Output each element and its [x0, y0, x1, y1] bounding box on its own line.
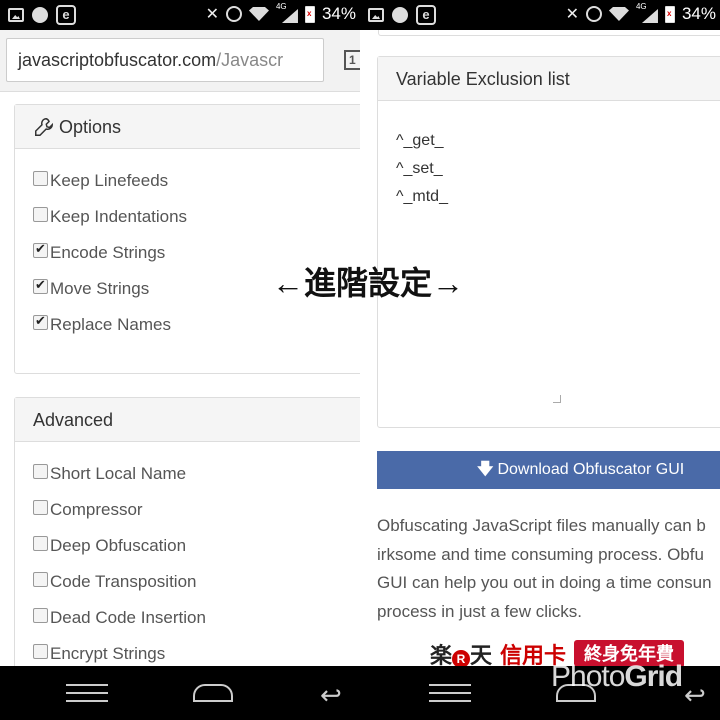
checkbox-label: Compressor — [50, 500, 143, 519]
options-title: Options — [59, 116, 122, 137]
checkbox-label: Encrypt Strings — [50, 644, 166, 663]
checkbox-box[interactable] — [33, 607, 48, 623]
checkbox-label: Move Strings — [50, 279, 150, 298]
checkbox-box[interactable] — [33, 535, 48, 551]
exclusion-title: Variable Exclusion list — [396, 68, 570, 89]
url-field[interactable]: javascriptobfuscator.com/Javascr — [6, 38, 324, 82]
battery-percent: 34% — [321, 4, 356, 23]
description-line: irksome and time consuming process. Obfu — [377, 544, 704, 564]
checkbox-box[interactable] — [33, 170, 48, 186]
exclusion-line: ^_set_ — [396, 160, 443, 177]
status-bar: e ✕ 4G 34% — [0, 0, 360, 30]
menu-icon[interactable] — [66, 684, 108, 702]
download-obfuscator-button[interactable]: 🡇 Download Obfuscator GUI — [377, 451, 720, 489]
url-path: /Javascr — [216, 50, 284, 70]
app-notification-icon: e — [416, 5, 436, 25]
description-line: Obfuscating JavaScript files manually ca… — [377, 516, 706, 535]
wifi-icon — [608, 7, 629, 21]
exclusion-textarea[interactable]: ^_get_ ^_set_ ^_mtd_ — [396, 127, 448, 211]
checkbox-box[interactable] — [33, 571, 48, 587]
checkbox-box[interactable] — [33, 643, 48, 659]
left-screen: e ✕ 4G 34% javascriptobfuscator.com/Java… — [0, 0, 360, 666]
wrench-icon — [35, 117, 53, 136]
signal-icon: 4G — [636, 2, 658, 23]
description-line: GUI can help you out in doing a time con… — [377, 573, 712, 592]
exclusion-line: ^_get_ — [396, 132, 444, 149]
move-strings-checkbox[interactable]: Move Strings — [33, 277, 150, 299]
checkbox-label: Dead Code Insertion — [50, 608, 206, 627]
battery-icon — [304, 5, 315, 23]
circle-notification-icon — [32, 7, 48, 23]
home-icon[interactable] — [193, 684, 233, 702]
alarm-icon — [225, 6, 242, 22]
checkbox-label: Keep Indentations — [50, 207, 188, 226]
short-local-name-checkbox[interactable]: Short Local Name — [33, 463, 187, 484]
mute-icon: ✕ — [565, 6, 579, 23]
checkbox-label: Deep Obfuscation — [50, 536, 187, 555]
photogrid-watermark: PhotoGrid — [551, 660, 683, 693]
checkbox-label: Short Local Name — [50, 464, 187, 483]
exclusion-panel-header: Variable Exclusion list — [378, 57, 720, 101]
checkbox-label: Keep Linefeeds — [50, 171, 169, 190]
circle-notification-icon — [392, 7, 408, 23]
checkbox-box[interactable] — [33, 277, 48, 294]
options-panel-header: Options — [15, 105, 360, 149]
checkbox-box[interactable] — [33, 241, 48, 258]
description-line: process in just a few clicks. — [377, 601, 583, 621]
overlay-label: ←進階設定→ — [271, 265, 464, 301]
checkbox-label: Code Transposition — [50, 572, 197, 591]
advanced-panel-header: Advanced — [15, 398, 360, 442]
checkbox-box[interactable] — [33, 206, 48, 222]
encode-strings-checkbox[interactable]: Encode Strings — [33, 241, 166, 263]
description-text: Obfuscating JavaScript files manually ca… — [377, 512, 720, 626]
encrypt-strings-checkbox[interactable]: Encrypt Strings — [33, 643, 166, 664]
battery-icon — [664, 5, 675, 23]
exclusion-line: ^_mtd_ — [396, 188, 448, 205]
checkbox-label: Encode Strings — [50, 243, 166, 262]
gallery-notification-icon — [8, 8, 24, 22]
browser-toolbar: javascriptobfuscator.com/Javascr 1 — [0, 30, 360, 92]
advanced-title: Advanced — [33, 409, 114, 430]
keep-linefeeds-checkbox[interactable]: Keep Linefeeds — [33, 170, 169, 191]
back-icon[interactable]: ↩ — [684, 680, 706, 711]
options-panel: Options Keep Linefeeds Keep Indentations… — [14, 104, 360, 374]
url-host: javascriptobfuscator.com — [18, 50, 217, 70]
gallery-notification-icon — [368, 8, 384, 22]
deep-obfuscation-checkbox[interactable]: Deep Obfuscation — [33, 535, 187, 556]
code-transposition-checkbox[interactable]: Code Transposition — [33, 571, 197, 592]
download-arrow-icon: 🡇 — [477, 461, 494, 478]
checkbox-box[interactable] — [33, 313, 48, 330]
menu-icon[interactable] — [429, 684, 471, 702]
status-bar: e ✕ 4G 34% — [360, 0, 720, 30]
dead-code-insertion-checkbox[interactable]: Dead Code Insertion — [33, 607, 206, 628]
alarm-icon — [585, 6, 602, 22]
variable-exclusion-panel: Variable Exclusion list ^_get_ ^_set_ ^_… — [377, 56, 720, 428]
tab-switcher-button[interactable]: 1 — [344, 50, 360, 70]
battery-percent: 34% — [681, 4, 716, 23]
signal-icon: 4G — [276, 2, 298, 23]
download-label: Download Obfuscator GUI — [497, 461, 685, 478]
compressor-checkbox[interactable]: Compressor — [33, 499, 143, 520]
checkbox-box[interactable] — [33, 499, 48, 515]
textarea-resize-grip[interactable] — [553, 395, 561, 403]
wifi-icon — [248, 7, 269, 21]
checkbox-label: Replace Names — [50, 315, 171, 334]
app-notification-icon: e — [56, 5, 76, 25]
keep-indentations-checkbox[interactable]: Keep Indentations — [33, 206, 188, 227]
replace-names-checkbox[interactable]: Replace Names — [33, 313, 171, 335]
mute-icon: ✕ — [205, 6, 219, 23]
advanced-panel: Advanced Short Local Name Compressor Dee… — [14, 397, 360, 666]
back-icon[interactable]: ↩ — [320, 680, 342, 711]
checkbox-box[interactable] — [33, 463, 48, 479]
previous-panel-edge — [378, 30, 720, 36]
